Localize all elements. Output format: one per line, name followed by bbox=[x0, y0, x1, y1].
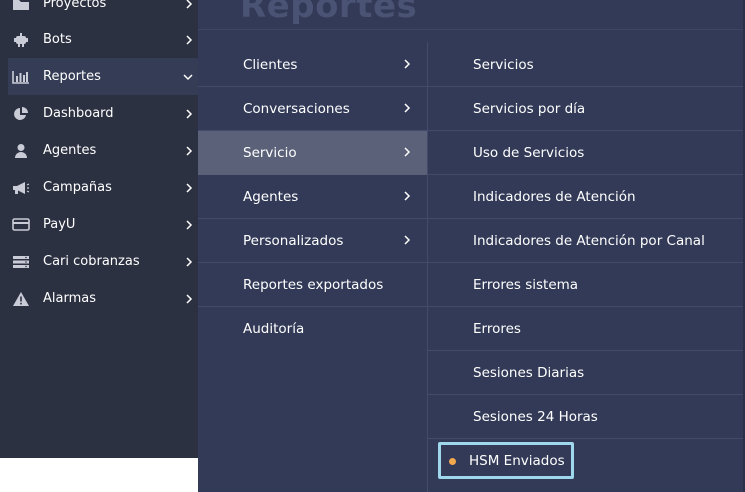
submenu-item-errores-sistema[interactable]: Errores sistema bbox=[428, 263, 745, 307]
menu-category-servicio[interactable]: Servicio bbox=[198, 131, 427, 175]
menu-category-auditoria[interactable]: Auditoría bbox=[198, 307, 427, 351]
chevron-right-icon bbox=[185, 108, 193, 119]
sidebar-item-cari-cobranzas[interactable]: Cari cobranzas bbox=[8, 243, 198, 280]
sidebar-item-agentes[interactable]: Agentes bbox=[8, 132, 198, 169]
bar-chart-icon bbox=[12, 68, 30, 86]
submenu-item-label: Errores bbox=[473, 321, 521, 337]
submenu-item-label: Sesiones Diarias bbox=[473, 365, 585, 381]
chevron-right-icon bbox=[185, 256, 193, 267]
sidebar-item-bots[interactable]: Bots bbox=[8, 21, 198, 58]
submenu-item-servicios[interactable]: Servicios bbox=[428, 43, 745, 87]
credit-card-icon bbox=[12, 216, 30, 234]
chevron-right-icon bbox=[403, 234, 411, 249]
menu-category-personalizados[interactable]: Personalizados bbox=[198, 219, 427, 263]
sidebar-item-label: Cari cobranzas bbox=[43, 254, 140, 269]
chevron-right-icon bbox=[185, 219, 193, 230]
sidebar-item-label: Alarmas bbox=[43, 291, 96, 306]
reportes-dropdown-menu: Reportes Clientes Conversaciones Servici… bbox=[198, 0, 745, 492]
chevron-down-icon bbox=[183, 73, 193, 81]
server-icon bbox=[12, 253, 30, 271]
sidebar-item-payu[interactable]: PayU bbox=[8, 206, 198, 243]
submenu-item-servicios-por-dia[interactable]: Servicios por día bbox=[428, 87, 745, 131]
submenu-item-label: Sesiones 24 Horas bbox=[473, 409, 598, 425]
menu-category-agentes[interactable]: Agentes bbox=[198, 175, 427, 219]
menu-category-label: Reportes exportados bbox=[243, 277, 384, 293]
submenu-item-sesiones-24-horas[interactable]: Sesiones 24 Horas bbox=[428, 395, 745, 439]
page-title: Reportes bbox=[240, 0, 418, 26]
bot-icon bbox=[12, 31, 30, 49]
menu-category-label: Auditoría bbox=[243, 321, 305, 337]
submenu-item-label: Indicadores de Atención por Canal bbox=[473, 233, 705, 249]
sidebar-item-label: Proyectos bbox=[43, 0, 107, 11]
chevron-right-icon bbox=[403, 102, 411, 117]
chevron-right-icon bbox=[185, 182, 193, 193]
submenu-item-label: Uso de Servicios bbox=[473, 145, 585, 161]
bullet-dot-icon bbox=[449, 458, 456, 465]
user-icon bbox=[12, 142, 30, 160]
megaphone-icon bbox=[12, 179, 30, 197]
submenu-item-sesiones-diarias[interactable]: Sesiones Diarias bbox=[428, 351, 745, 395]
menu-category-label: Conversaciones bbox=[243, 101, 350, 117]
submenu-item-label: Indicadores de Atención bbox=[473, 189, 636, 205]
submenu-item-indicadores-de-atencion[interactable]: Indicadores de Atención bbox=[428, 175, 745, 219]
menu-category-clientes[interactable]: Clientes bbox=[198, 43, 427, 87]
submenu-item-errores[interactable]: Errores bbox=[428, 307, 745, 351]
sidebar-item-label: Dashboard bbox=[43, 106, 114, 121]
chevron-right-icon bbox=[403, 58, 411, 73]
sidebar-item-label: Agentes bbox=[43, 143, 97, 158]
submenu-item-indicadores-por-canal[interactable]: Indicadores de Atención por Canal bbox=[428, 219, 745, 263]
sidebar-item-dashboard[interactable]: Dashboard bbox=[8, 95, 198, 132]
submenu-item-uso-de-servicios[interactable]: Uso de Servicios bbox=[428, 131, 745, 175]
sidebar-item-reportes[interactable]: Reportes bbox=[8, 58, 198, 95]
submenu-item-label: Errores sistema bbox=[473, 277, 579, 293]
pie-chart-icon bbox=[12, 105, 30, 123]
menu-category-conversaciones[interactable]: Conversaciones bbox=[198, 87, 427, 131]
sidebar-item-label: PayU bbox=[43, 217, 76, 232]
folder-icon bbox=[12, 0, 30, 13]
chevron-right-icon bbox=[403, 190, 411, 205]
chevron-right-icon bbox=[185, 293, 193, 304]
submenu-item-label: HSM Enviados bbox=[469, 453, 565, 469]
menu-category-label: Clientes bbox=[243, 57, 298, 73]
menu-category-label: Servicio bbox=[243, 145, 297, 161]
submenu-item-label: Servicios por día bbox=[473, 101, 586, 117]
chevron-right-icon bbox=[185, 34, 193, 45]
menu-category-reportes-exportados[interactable]: Reportes exportados bbox=[198, 263, 427, 307]
sidebar-item-label: Campañas bbox=[43, 180, 112, 195]
sidebar: Proyectos Bots Reportes Dashboard Agente… bbox=[0, 0, 200, 458]
submenu-item-hsm-enviados[interactable]: HSM Enviados bbox=[438, 442, 574, 479]
sidebar-item-proyectos[interactable]: Proyectos bbox=[8, 0, 198, 22]
chevron-right-icon bbox=[403, 146, 411, 161]
chevron-right-icon bbox=[185, 0, 193, 9]
sidebar-item-campanas[interactable]: Campañas bbox=[8, 169, 198, 206]
divider bbox=[198, 29, 745, 30]
warning-icon bbox=[12, 290, 30, 308]
sidebar-item-label: Reportes bbox=[43, 69, 101, 84]
submenu-item-label: Servicios bbox=[473, 57, 534, 73]
chevron-right-icon bbox=[185, 145, 193, 156]
menu-category-label: Personalizados bbox=[243, 233, 344, 249]
sidebar-item-label: Bots bbox=[43, 32, 72, 47]
menu-category-label: Agentes bbox=[243, 189, 299, 205]
sidebar-item-alarmas[interactable]: Alarmas bbox=[8, 280, 198, 317]
